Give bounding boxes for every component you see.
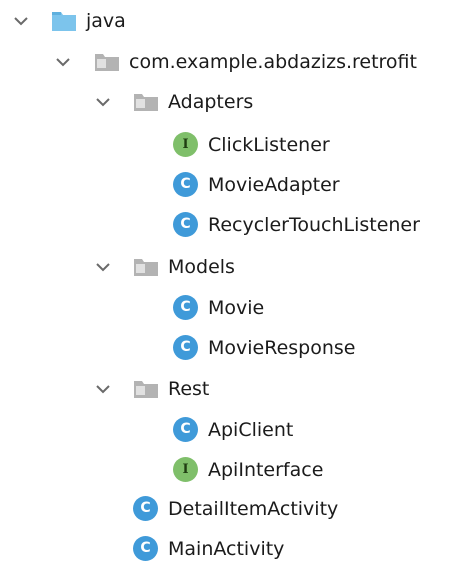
tree-node-clicklistener[interactable]: I ClickListener (0, 128, 451, 168)
class-icon: C (133, 496, 158, 521)
tree-node-recyclertouchlistener[interactable]: C RecyclerTouchListener (0, 208, 451, 248)
chevron-down-icon[interactable] (94, 380, 112, 398)
interface-icon: I (173, 457, 198, 482)
tree-node-label: DetailItemActivity (168, 498, 339, 520)
tree-node-movieadapter[interactable]: C MovieAdapter (0, 168, 451, 208)
chevron-down-icon[interactable] (54, 53, 72, 71)
source-folder-icon (50, 8, 78, 34)
class-icon: C (173, 295, 198, 320)
tree-node-label: ClickListener (208, 134, 330, 156)
tree-node-rest[interactable]: Rest (0, 372, 451, 412)
tree-node-label: com.example.abdazizs.retrofit (129, 51, 417, 73)
tree-node-detailitemactivity[interactable]: C DetailItemActivity (0, 492, 451, 532)
class-icon: C (173, 212, 198, 237)
tree-node-label: Models (168, 256, 235, 278)
package-folder-icon (93, 49, 121, 75)
chevron-down-icon[interactable] (12, 12, 30, 30)
class-icon: C (173, 335, 198, 360)
tree-node-label: ApiClient (208, 419, 294, 441)
interface-icon: I (173, 132, 198, 157)
tree-node-label: RecyclerTouchListener (208, 214, 420, 236)
tree-node-label: MovieResponse (208, 337, 356, 359)
tree-node-adapters[interactable]: Adapters (0, 85, 451, 125)
tree-node-label: MainActivity (168, 538, 285, 560)
tree-node-apiclient[interactable]: C ApiClient (0, 413, 451, 453)
tree-node-label: Adapters (168, 91, 254, 113)
package-folder-icon (132, 376, 160, 402)
chevron-down-icon[interactable] (94, 93, 112, 111)
tree-node-label: MovieAdapter (208, 174, 340, 196)
package-folder-icon (132, 254, 160, 280)
tree-node-label: java (86, 10, 126, 32)
class-icon: C (133, 536, 158, 561)
tree-node-label: ApiInterface (208, 459, 324, 481)
tree-node-mainactivity[interactable]: C MainActivity (0, 532, 451, 572)
tree-node-package[interactable]: com.example.abdazizs.retrofit (0, 45, 451, 85)
package-folder-icon (132, 89, 160, 115)
class-icon: C (173, 172, 198, 197)
class-icon: C (173, 417, 198, 442)
chevron-down-icon[interactable] (94, 258, 112, 276)
project-tree: java com.example.abdazizs.retrofit Adapt… (0, 0, 451, 561)
tree-node-models[interactable]: Models (0, 250, 451, 290)
tree-node-apiinterface[interactable]: I ApiInterface (0, 453, 451, 493)
tree-node-java[interactable]: java (0, 4, 451, 44)
tree-node-label: Movie (208, 297, 265, 319)
tree-node-movieresponse[interactable]: C MovieResponse (0, 331, 451, 371)
tree-node-label: Rest (168, 378, 210, 400)
tree-node-movie[interactable]: C Movie (0, 291, 451, 331)
